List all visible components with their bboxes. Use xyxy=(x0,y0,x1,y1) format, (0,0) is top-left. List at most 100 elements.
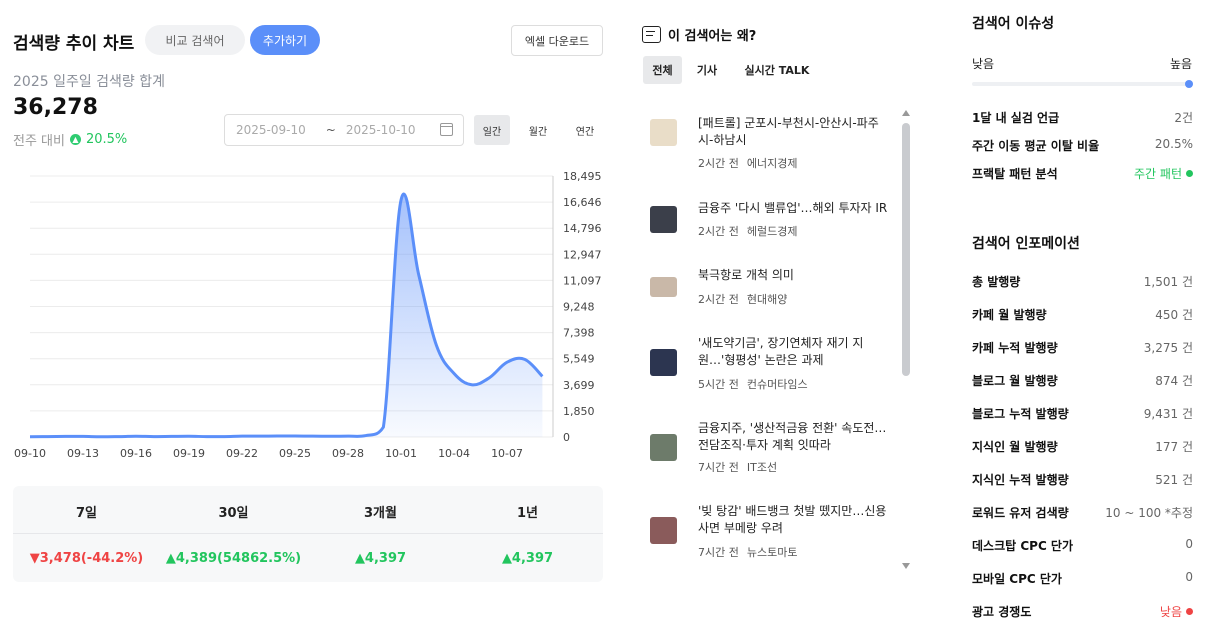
news-thumbnail xyxy=(650,349,677,376)
x-tick-label: 09-16 xyxy=(120,447,152,460)
week-compare: 전주 대비 ▲ 20.5% xyxy=(13,130,127,149)
message-icon xyxy=(642,26,661,43)
y-tick-label: 9,248 xyxy=(563,301,595,314)
info-row: 카페 누적 발행량 3,275 건 xyxy=(972,339,1193,359)
info-row-value-text: 9,431 건 xyxy=(1143,407,1193,421)
info-section-title: 검색어 인포메이션 xyxy=(972,236,1080,252)
news-thumbnail xyxy=(650,434,677,461)
news-item[interactable]: [패트롤] 군포시-부천시-안산시-파주시-하남시 2시간 전 에너지경제 xyxy=(650,115,894,175)
issue-row: 1달 내 실검 언급 2건 xyxy=(972,109,1193,129)
news-time: 7시간 전 xyxy=(698,461,739,474)
period-change-table: 7일 30일 3개월 1년 ▼3,478(-44.2%) ▲4,389(5486… xyxy=(13,486,603,582)
info-row-value-text: 0 xyxy=(1185,537,1193,551)
news-source: IT조선 xyxy=(746,461,778,474)
info-row: 지식인 누적 발행량 521 건 xyxy=(972,471,1193,491)
calendar-icon[interactable] xyxy=(440,123,453,136)
x-tick-label: 09-25 xyxy=(279,447,311,460)
issue-row-value: 20.5% xyxy=(1154,137,1193,151)
info-row: 광고 경쟁도 낮음 xyxy=(972,603,1193,623)
news-item[interactable]: '새도약기금', 장기연체자 재기 지원…'형평성' 논란은 과제 5시간 전 컨… xyxy=(650,335,894,395)
info-row-value-text: 1,501 건 xyxy=(1143,275,1193,289)
news-item[interactable]: 금융지주, '생산적금융 전환' 속도전…전담조직·투자 계획 잇따라 7시간 … xyxy=(650,420,894,480)
x-tick-label: 09-10 xyxy=(14,447,46,460)
period-daily-button[interactable]: 일간 xyxy=(474,115,510,145)
info-row-value: 3,275 건 xyxy=(1144,339,1193,356)
y-tick-label: 18,495 xyxy=(563,170,602,183)
up-indicator-icon: ▲ xyxy=(69,134,81,145)
compare-label: 전주 대비 xyxy=(13,134,65,149)
news-headline[interactable]: 북극항로 개척 의미 xyxy=(698,267,894,284)
news-source: 뉴스토마토 xyxy=(746,546,798,559)
page-title: 검색량 추이 차트 xyxy=(13,34,135,54)
issue-high-label: 높음 xyxy=(1170,57,1193,71)
news-item[interactable]: 북극항로 개척 의미 2시간 전 현대해양 xyxy=(650,267,894,307)
news-time: 2시간 전 xyxy=(698,293,739,306)
news-scrollbar[interactable] xyxy=(902,123,910,376)
issue-row-value: 주간 패턴 xyxy=(1134,165,1193,182)
news-thumbnail xyxy=(650,517,677,544)
tab-realtime-talk[interactable]: 실시간 TALK xyxy=(732,56,822,84)
info-row-value: 874 건 xyxy=(1155,372,1193,389)
info-row: 지식인 월 발행량 177 건 xyxy=(972,438,1193,458)
issue-level-bar xyxy=(972,82,1193,86)
info-row-value: 1,501 건 xyxy=(1144,273,1193,290)
news-thumbnail xyxy=(650,206,677,233)
period-yearly-button[interactable]: 연간 xyxy=(568,115,602,145)
compare-value: 20.5% xyxy=(85,132,128,147)
info-row-label: 블로그 누적 발행량 xyxy=(972,407,1069,421)
excel-download-button[interactable]: 엑셀 다운로드 xyxy=(511,25,603,56)
news-headline[interactable]: 금융주 '다시 밸류업'…해외 투자자 IR xyxy=(698,200,894,217)
search-volume-chart: 18,495 16,646 14,796 12,947 11,097 9,248 7,398… xyxy=(14,170,602,460)
period-header-1y: 1년 xyxy=(516,506,538,521)
y-tick-label: 12,947 xyxy=(563,248,602,261)
news-item[interactable]: '빚 탕감' 배드뱅크 첫발 뗐지만…신용사면 부메랑 우려 7시간 전 뉴스토마… xyxy=(650,503,894,563)
weekly-total-value: 36,278 xyxy=(13,95,98,120)
scroll-up-arrow-icon[interactable] xyxy=(902,110,910,116)
news-headline[interactable]: '빚 탕감' 배드뱅크 첫발 뗐지만…신용사면 부메랑 우려 xyxy=(698,503,894,537)
issue-row: 주간 이동 평균 이탈 비율 20.5% xyxy=(972,137,1193,157)
info-row-label: 카페 월 발행량 xyxy=(972,308,1047,322)
info-row-value: 낮음 xyxy=(1160,603,1193,620)
period-table-header: 7일 30일 3개월 1년 xyxy=(13,486,603,534)
period-header-3m: 3개월 xyxy=(364,506,397,521)
tab-all[interactable]: 전체 xyxy=(643,56,682,84)
news-source: 에너지경제 xyxy=(746,157,798,170)
compare-keyword-button[interactable]: 비교 검색어 xyxy=(145,25,245,55)
info-row-value-text: 450 건 xyxy=(1155,308,1193,322)
scroll-down-arrow-icon[interactable] xyxy=(902,563,910,569)
news-thumbnail xyxy=(650,119,677,146)
news-meta: 5시간 전 컨슈머타임스 xyxy=(698,376,816,392)
news-meta: 2시간 전 헤럴드경제 xyxy=(698,223,805,239)
info-row-value-text: 3,275 건 xyxy=(1143,341,1193,355)
news-headline[interactable]: [패트롤] 군포시-부천시-안산시-파주시-하남시 xyxy=(698,115,894,149)
tab-articles[interactable]: 기사 xyxy=(682,56,732,84)
issue-row-value: 2건 xyxy=(1174,111,1193,125)
info-row-value: 521 건 xyxy=(1155,471,1193,488)
issue-row-label: 주간 이동 평균 이탈 비율 xyxy=(972,139,1100,153)
volume-area xyxy=(30,194,543,437)
info-row: 데스크탑 CPC 단가 0 xyxy=(972,537,1193,557)
info-row-label: 카페 누적 발행량 xyxy=(972,341,1058,355)
info-row: 블로그 누적 발행량 9,431 건 xyxy=(972,405,1193,425)
why-section-title: 이 검색어는 왜? xyxy=(642,25,756,44)
end-date[interactable]: 2025-10-10 xyxy=(346,123,416,137)
info-row-value-text: 521 건 xyxy=(1155,473,1193,487)
news-item[interactable]: 금융주 '다시 밸류업'…해외 투자자 IR 2시간 전 헤럴드경제 xyxy=(650,200,894,240)
x-tick-label: 10-01 xyxy=(385,447,417,460)
start-date[interactable]: 2025-09-10 xyxy=(236,123,306,137)
date-range-picker[interactable]: 2025-09-10 ~ 2025-10-10 xyxy=(224,114,464,146)
info-row-value-text: 낮음 xyxy=(1159,605,1182,619)
news-headline[interactable]: '새도약기금', 장기연체자 재기 지원…'형평성' 논란은 과제 xyxy=(698,335,894,369)
issue-level-indicator xyxy=(1185,80,1193,88)
add-button[interactable]: 추가하기 xyxy=(250,25,320,55)
status-dot-icon xyxy=(1186,170,1193,177)
news-meta: 7시간 전 뉴스토마토 xyxy=(698,544,805,560)
date-separator: ~ xyxy=(325,123,336,137)
info-row-label: 모바일 CPC 단가 xyxy=(972,572,1062,586)
news-headline[interactable]: 금융지주, '생산적금융 전환' 속도전…전담조직·투자 계획 잇따라 xyxy=(698,420,894,454)
info-row: 총 발행량 1,501 건 xyxy=(972,273,1193,293)
why-title-text: 이 검색어는 왜? xyxy=(668,29,757,44)
info-row-value: 9,431 건 xyxy=(1144,405,1193,422)
issue-row-label: 1달 내 실검 언급 xyxy=(972,111,1060,125)
period-monthly-button[interactable]: 월간 xyxy=(522,115,554,145)
